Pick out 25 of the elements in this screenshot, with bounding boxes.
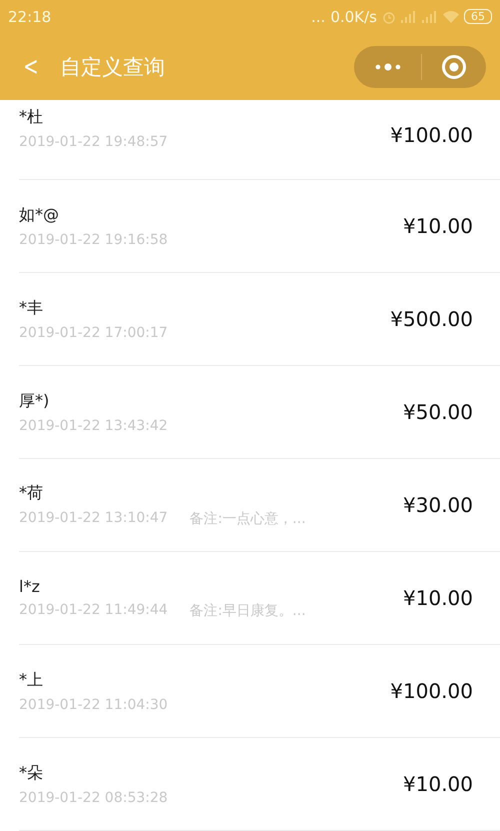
- donation-amount: ¥500.00: [390, 307, 473, 331]
- donor-name: *上: [19, 670, 44, 690]
- signal-icon: [401, 10, 417, 22]
- donor-name: 如*@: [19, 204, 60, 226]
- donor-name: *朵: [19, 762, 44, 784]
- clock-time: 22:18: [8, 8, 52, 26]
- donation-amount: ¥100.00: [390, 123, 473, 147]
- alarm-icon: [382, 10, 396, 24]
- donor-name: l*z: [19, 576, 41, 596]
- battery-icon: 65: [464, 9, 492, 24]
- signal-icon: [422, 10, 438, 22]
- wifi-icon: [443, 10, 459, 22]
- donation-amount: ¥100.00: [390, 679, 473, 703]
- donor-name: *荷: [19, 482, 44, 504]
- donor-name: *杜: [19, 107, 44, 128]
- donation-amount: ¥30.00: [403, 493, 473, 517]
- network-speed: 0.0K/s: [330, 8, 377, 26]
- donation-amount: ¥10.00: [403, 214, 473, 238]
- donation-amount: ¥10.00: [403, 586, 473, 610]
- donor-name: 厚*): [19, 390, 50, 412]
- more-dots: ...: [311, 8, 326, 26]
- donation-amount: ¥10.00: [403, 772, 473, 796]
- page-title: 自定义查询: [60, 54, 165, 80]
- donation-amount: ¥50.00: [403, 400, 473, 424]
- donor-name: *丰: [19, 298, 44, 318]
